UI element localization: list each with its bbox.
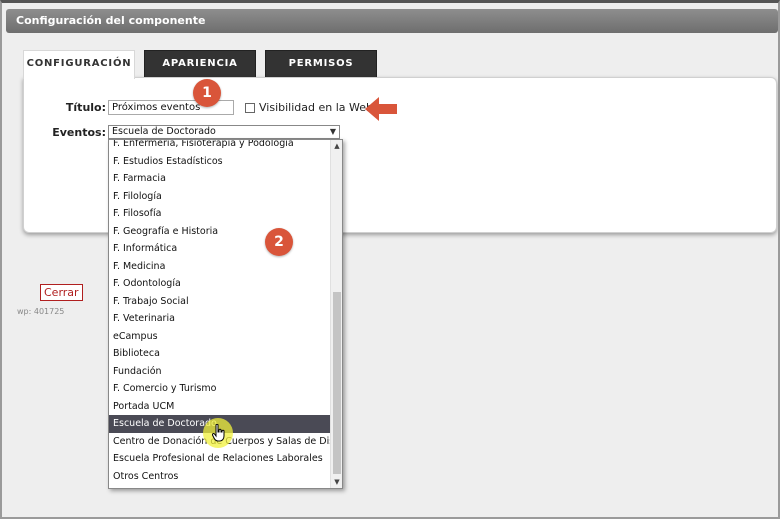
- tab-apariencia[interactable]: APARIENCIA: [144, 50, 256, 78]
- dropdown-option[interactable]: Fundación: [109, 363, 331, 381]
- dropdown-option[interactable]: F. Veterinaria: [109, 310, 331, 328]
- tab-permisos[interactable]: PERMISOS: [265, 50, 377, 78]
- dropdown-option[interactable]: F. Filosofía: [109, 205, 331, 223]
- dropdown-option[interactable]: F. Informática: [109, 240, 331, 258]
- dropdown-option[interactable]: F. Medicina: [109, 258, 331, 276]
- visibilidad-checkbox[interactable]: [245, 103, 255, 113]
- dropdown-option[interactable]: F. Trabajo Social: [109, 293, 331, 311]
- eventos-selected-value: Escuela de Doctorado: [112, 126, 216, 137]
- hand-cursor-icon: [212, 424, 225, 442]
- visibilidad-label: Visibilidad en la Web: [259, 101, 373, 114]
- annotation-badge-1: 1: [193, 79, 221, 107]
- dropdown-option[interactable]: Otros Centros: [109, 468, 331, 486]
- dropdown-option[interactable]: Escuela Profesional de Relaciones Labora…: [109, 450, 331, 468]
- dropdown-option[interactable]: F. Comercio y Turismo: [109, 380, 331, 398]
- window-title: Configuración del componente: [6, 9, 778, 33]
- annotation-badge-2: 2: [265, 228, 293, 256]
- dropdown-option[interactable]: Portada UCM: [109, 398, 331, 416]
- scroll-thumb[interactable]: [333, 292, 341, 474]
- scroll-up-icon[interactable]: ▲: [331, 140, 342, 152]
- tab-configuracion[interactable]: CONFIGURACIÓN: [23, 50, 135, 79]
- dropdown-option[interactable]: F. Filología: [109, 188, 331, 206]
- dropdown-option[interactable]: eCampus: [109, 328, 331, 346]
- eventos-select[interactable]: Escuela de Doctorado ▼: [108, 125, 340, 139]
- wp-id-label: wp: 401725: [17, 307, 65, 316]
- eventos-label: Eventos:: [52, 126, 106, 139]
- dropdown-option[interactable]: F. Odontología: [109, 275, 331, 293]
- scroll-down-icon[interactable]: ▼: [331, 476, 342, 488]
- dropdown-option[interactable]: F. Farmacia: [109, 170, 331, 188]
- close-button[interactable]: Cerrar: [40, 284, 83, 301]
- dropdown-option[interactable]: Biblioteca: [109, 345, 331, 363]
- chevron-down-icon: ▼: [329, 127, 336, 136]
- dropdown-option[interactable]: F. Geografía e Historia: [109, 223, 331, 241]
- dropdown-option[interactable]: F. Estudios Estadísticos: [109, 153, 331, 171]
- app-frame: Configuración del componente CONFIGURACI…: [0, 0, 780, 519]
- titulo-label: Título:: [65, 101, 106, 114]
- annotation-arrow-icon: [365, 97, 397, 121]
- dropdown-option[interactable]: F. Enfermería, Fisioterapia y Podología: [109, 140, 331, 153]
- dropdown-scrollbar[interactable]: ▲ ▼: [330, 140, 342, 488]
